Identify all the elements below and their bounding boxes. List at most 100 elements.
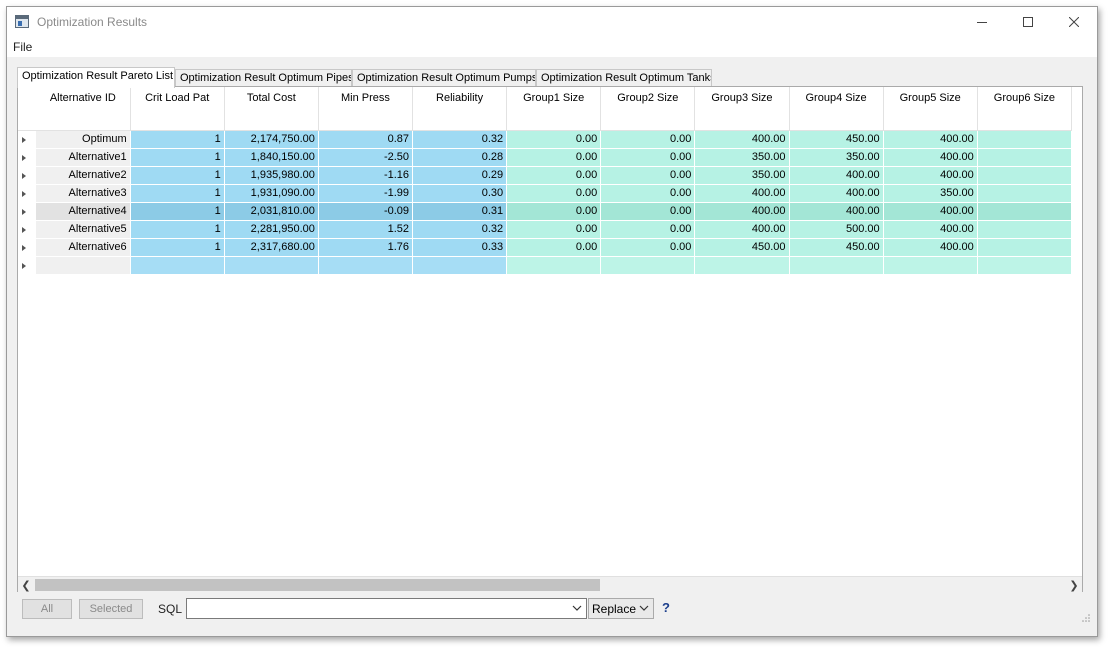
cell-group6-size[interactable] (977, 238, 1073, 257)
table-row[interactable]: Alternative2 1 1,935,980.00 -1.16 0.29 0… (18, 166, 1073, 185)
cell-group5-size[interactable]: 400.00 (883, 166, 978, 185)
cell-group1-size[interactable]: 0.00 (506, 130, 602, 149)
cell-min-press[interactable]: 1.52 (318, 220, 414, 239)
cell-group1-size[interactable] (506, 256, 602, 275)
col-header-total-cost[interactable]: Total Cost (224, 87, 319, 131)
cell-group6-size[interactable] (977, 256, 1073, 275)
tab-optimum-pipes[interactable]: Optimization Result Optimum Pipes (175, 69, 352, 87)
close-button[interactable] (1051, 7, 1097, 37)
cell-alternative-id[interactable]: Alternative2 (36, 166, 131, 185)
col-header-group3-size[interactable]: Group3 Size (694, 87, 790, 131)
cell-group5-size[interactable]: 400.00 (883, 130, 978, 149)
cell-group3-size[interactable]: 400.00 (694, 220, 790, 239)
cell-crit-load-pat[interactable]: 1 (130, 202, 225, 221)
row-header[interactable] (18, 202, 37, 221)
cell-group2-size[interactable]: 0.00 (600, 166, 696, 185)
cell-group3-size[interactable]: 350.00 (694, 166, 790, 185)
cell-reliability[interactable]: 0.32 (412, 130, 508, 149)
cell-group2-size[interactable] (600, 256, 696, 275)
cell-total-cost[interactable]: 1,840,150.00 (224, 148, 319, 167)
cell-group4-size[interactable] (789, 256, 884, 275)
row-header[interactable] (18, 166, 37, 185)
cell-group3-size[interactable]: 400.00 (694, 202, 790, 221)
cell-min-press[interactable]: 1.76 (318, 238, 414, 257)
cell-group1-size[interactable]: 0.00 (506, 166, 602, 185)
cell-group6-size[interactable] (977, 166, 1073, 185)
maximize-button[interactable] (1005, 7, 1051, 37)
cell-reliability[interactable]: 0.30 (412, 184, 508, 203)
cell-reliability[interactable] (412, 256, 508, 275)
cell-min-press[interactable]: -1.16 (318, 166, 414, 185)
table-row-selected[interactable]: Alternative4 1 2,031,810.00 -0.09 0.31 0… (18, 202, 1073, 221)
cell-total-cost[interactable] (224, 256, 319, 275)
selected-button[interactable]: Selected (79, 599, 143, 619)
cell-group5-size[interactable]: 400.00 (883, 148, 978, 167)
cell-group4-size[interactable]: 350.00 (789, 148, 884, 167)
row-header[interactable] (18, 256, 37, 275)
replace-mode-select[interactable]: Replace (588, 598, 654, 619)
cell-group3-size[interactable] (694, 256, 790, 275)
cell-group4-size[interactable]: 450.00 (789, 130, 884, 149)
cell-group2-size[interactable]: 0.00 (600, 202, 696, 221)
tab-pareto-list[interactable]: Optimization Result Pareto List (17, 67, 175, 88)
col-header-group2-size[interactable]: Group2 Size (600, 87, 696, 131)
col-header-min-press[interactable]: Min Press (318, 87, 414, 131)
col-header-group4-size[interactable]: Group4 Size (789, 87, 884, 131)
cell-crit-load-pat[interactable]: 1 (130, 238, 225, 257)
cell-group1-size[interactable]: 0.00 (506, 184, 602, 203)
row-header[interactable] (18, 220, 37, 239)
title-bar[interactable]: Optimization Results (7, 7, 1097, 37)
cell-reliability[interactable]: 0.33 (412, 238, 508, 257)
cell-group5-size[interactable]: 350.00 (883, 184, 978, 203)
cell-group6-size[interactable] (977, 202, 1073, 221)
scrollbar-thumb[interactable] (35, 579, 600, 591)
cell-group3-size[interactable]: 400.00 (694, 130, 790, 149)
tab-optimum-pumps[interactable]: Optimization Result Optimum Pumps (352, 69, 536, 87)
scroll-right-icon[interactable]: ❯ (1066, 578, 1082, 592)
col-header-alternative-id[interactable]: Alternative ID (36, 87, 131, 131)
cell-alternative-id[interactable] (36, 256, 131, 275)
cell-group4-size[interactable]: 400.00 (789, 202, 884, 221)
col-header-reliability[interactable]: Reliability (412, 87, 508, 131)
row-header[interactable] (18, 184, 37, 203)
cell-total-cost[interactable]: 1,931,090.00 (224, 184, 319, 203)
row-header[interactable] (18, 238, 37, 257)
cell-alternative-id[interactable]: Optimum (36, 130, 131, 149)
scroll-left-icon[interactable]: ❮ (18, 578, 34, 592)
cell-min-press[interactable] (318, 256, 414, 275)
cell-crit-load-pat[interactable]: 1 (130, 166, 225, 185)
cell-group2-size[interactable]: 0.00 (600, 220, 696, 239)
cell-crit-load-pat[interactable]: 1 (130, 220, 225, 239)
col-header-group5-size[interactable]: Group5 Size (883, 87, 978, 131)
cell-group6-size[interactable] (977, 148, 1073, 167)
cell-group4-size[interactable]: 400.00 (789, 184, 884, 203)
cell-alternative-id[interactable]: Alternative6 (36, 238, 131, 257)
cell-total-cost[interactable]: 1,935,980.00 (224, 166, 319, 185)
cell-reliability[interactable]: 0.32 (412, 220, 508, 239)
cell-group5-size[interactable]: 400.00 (883, 202, 978, 221)
cell-group5-size[interactable]: 400.00 (883, 220, 978, 239)
cell-group3-size[interactable]: 350.00 (694, 148, 790, 167)
row-header[interactable] (18, 148, 37, 167)
cell-group2-size[interactable]: 0.00 (600, 238, 696, 257)
cell-group5-size[interactable]: 400.00 (883, 238, 978, 257)
col-header-group1-size[interactable]: Group1 Size (506, 87, 602, 131)
cell-crit-load-pat[interactable] (130, 256, 225, 275)
cell-group6-size[interactable] (977, 130, 1073, 149)
cell-crit-load-pat[interactable]: 1 (130, 130, 225, 149)
cell-total-cost[interactable]: 2,174,750.00 (224, 130, 319, 149)
cell-group1-size[interactable]: 0.00 (506, 148, 602, 167)
col-header-crit-load-pat[interactable]: Crit Load Pat (130, 87, 225, 131)
cell-group6-size[interactable] (977, 184, 1073, 203)
col-header-group6-size[interactable]: Group6 Size (977, 87, 1073, 131)
table-row[interactable]: Optimum 1 2,174,750.00 0.87 0.32 0.00 0.… (18, 130, 1073, 149)
sql-query-combobox[interactable] (186, 598, 587, 619)
cell-group1-size[interactable]: 0.00 (506, 238, 602, 257)
cell-group4-size[interactable]: 400.00 (789, 166, 884, 185)
cell-crit-load-pat[interactable]: 1 (130, 184, 225, 203)
tab-optimum-tanks[interactable]: Optimization Result Optimum Tanks (536, 69, 712, 87)
cell-group4-size[interactable]: 450.00 (789, 238, 884, 257)
cell-min-press[interactable]: -2.50 (318, 148, 414, 167)
cell-min-press[interactable]: -1.99 (318, 184, 414, 203)
help-icon[interactable]: ? (662, 600, 670, 615)
